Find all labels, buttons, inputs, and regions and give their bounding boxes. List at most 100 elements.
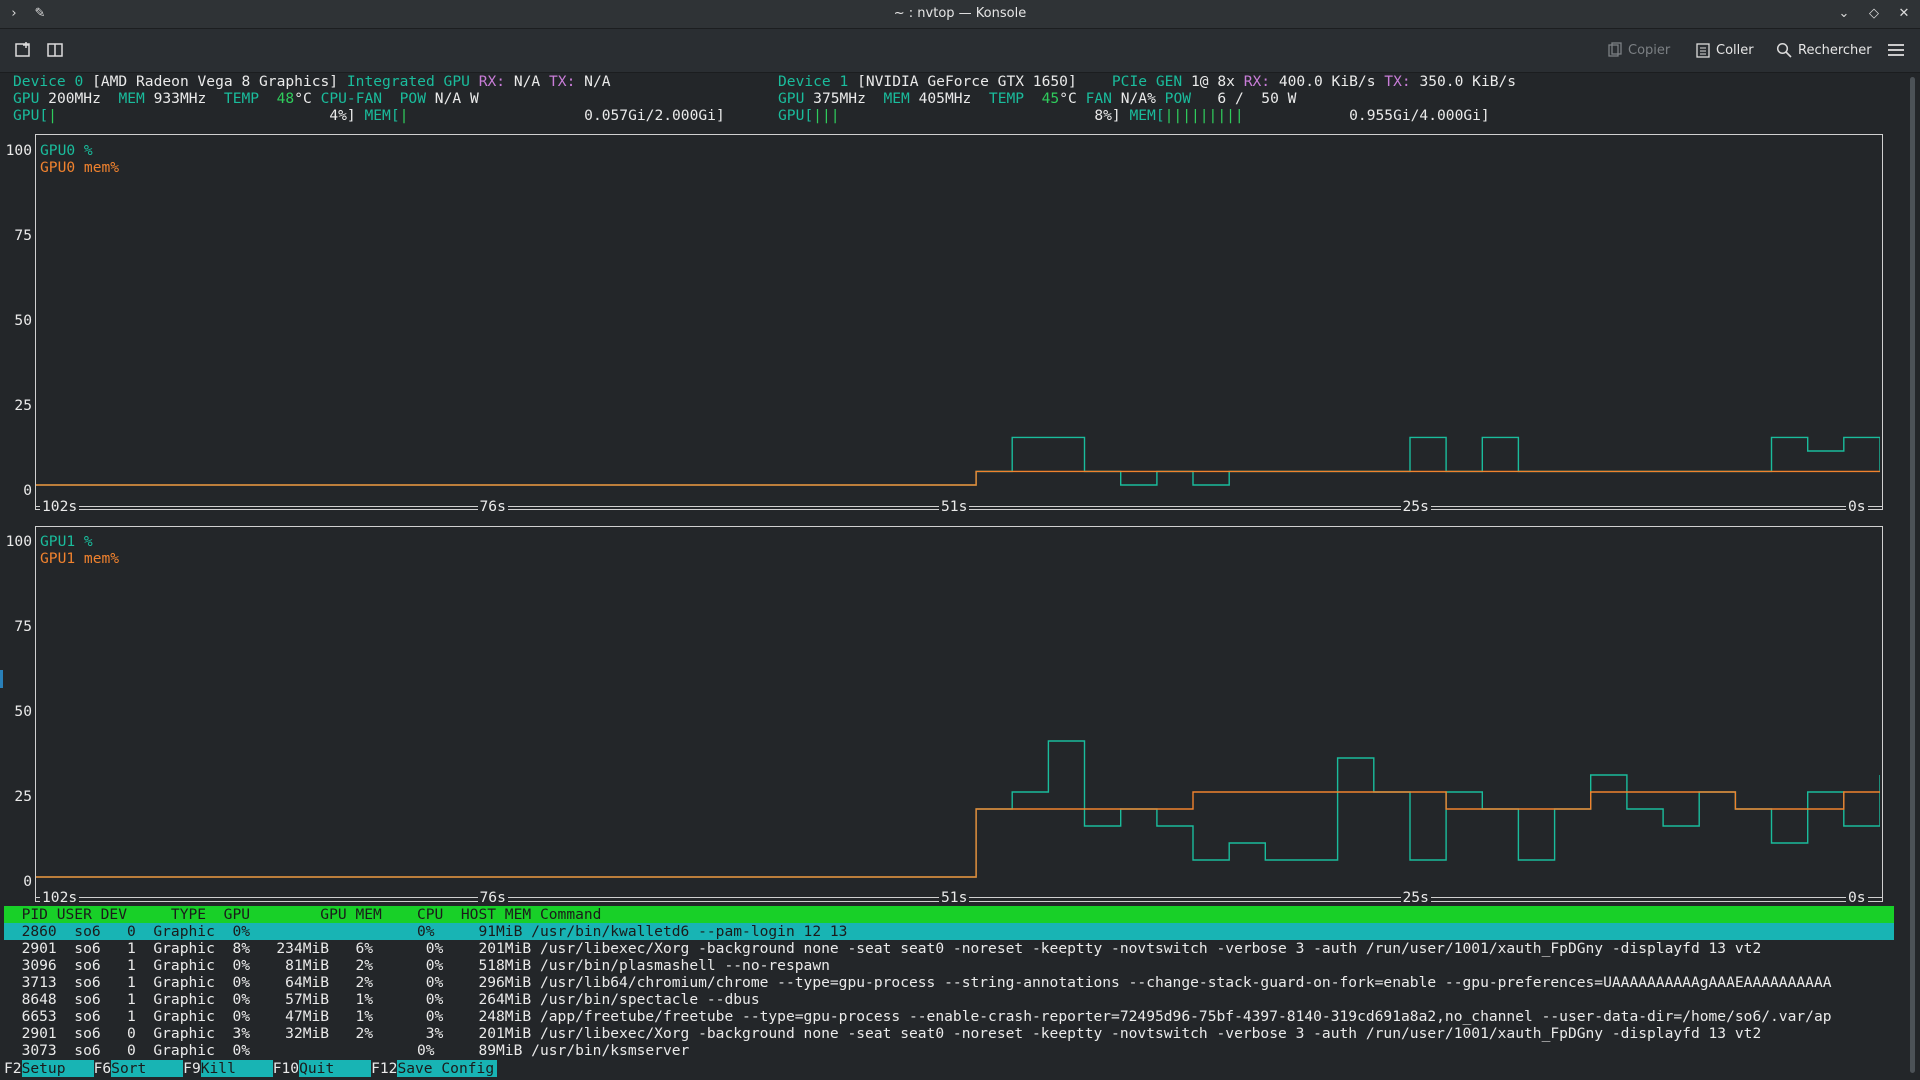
copy-label: Copier xyxy=(1628,42,1671,58)
process-row[interactable]: 2901 so6 1 Graphic 8% 234MiB 6% 0% 201Mi… xyxy=(4,940,1894,957)
device-text-segment: °C xyxy=(1059,90,1086,107)
device-text-segment: 6 / 50 W xyxy=(1217,90,1297,107)
device0-line3: GPU[| 4%] MEM[| 0.057Gi/2.000Gi] xyxy=(13,107,725,124)
series-line-gpu0- xyxy=(36,436,1880,486)
device-text-segment: FAN xyxy=(1085,90,1121,107)
device-text-segment: 375MHz xyxy=(813,90,884,107)
device-text-segment: 200MHz xyxy=(48,90,119,107)
device-text-segment: MEM xyxy=(883,90,919,107)
xaxis-tick-label: 76s xyxy=(477,889,508,906)
device-text-segment: ||| xyxy=(813,107,840,124)
device1-line3: GPU[||| 8%] MEM[||||||||| 0.955Gi/4.000G… xyxy=(778,107,1490,124)
gpu0-ytick-0: 0 xyxy=(23,482,32,499)
split-view-button[interactable] xyxy=(46,39,64,61)
scrollbar-thumb[interactable] xyxy=(1910,77,1915,1073)
close-icon[interactable]: ✕ xyxy=(1896,5,1912,21)
device-text-segment: CPU-FAN xyxy=(320,90,400,107)
device-text-segment: | xyxy=(48,107,57,124)
series-line-gpu1- xyxy=(36,740,1880,878)
device-text-segment: N/A% xyxy=(1120,90,1165,107)
device-text-segment: POW xyxy=(399,90,435,107)
device-text-segment: TEMP xyxy=(988,90,1042,107)
gpu1-ytick-25: 25 xyxy=(14,788,32,805)
device-text-segment: TX: xyxy=(549,73,585,90)
fkey-save-config[interactable]: Save Config xyxy=(397,1060,498,1077)
minimize-icon[interactable]: ⌄ xyxy=(1836,5,1852,21)
device-text-segment: MEM[ xyxy=(364,107,400,124)
device-text-segment: 405MHz xyxy=(918,90,989,107)
device-text-segment: MEM xyxy=(118,90,154,107)
xaxis-tick-label: 76s xyxy=(477,498,508,515)
window-title: ~ : nvtop — Konsole xyxy=(893,6,1027,21)
gpu0-ytick-100: 100 xyxy=(5,142,32,159)
device-text-segment: [NVIDIA GeForce GTX 1650] xyxy=(857,73,1112,90)
device1-line1: Device 1 [NVIDIA GeForce GTX 1650] PCIe … xyxy=(778,73,1516,90)
device-text-segment: 0.955Gi/4.000Gi] xyxy=(1243,107,1490,124)
fkey-f6-key: F6 xyxy=(93,1060,112,1077)
device0-line1: Device 0 [AMD Radeon Vega 8 Graphics] In… xyxy=(13,73,611,90)
xaxis-tick-label: 102s xyxy=(40,889,80,906)
paste-icon xyxy=(1696,43,1710,58)
xaxis-tick-label: 51s xyxy=(939,889,970,906)
device-text-segment: MEM[ xyxy=(1129,107,1165,124)
scroll-marker xyxy=(0,670,3,688)
process-table-header[interactable]: PID USER DEV TYPE GPU GPU MEM CPU HOST M… xyxy=(4,906,1894,923)
paste-label: Coller xyxy=(1716,42,1754,58)
xaxis-tick-label: 51s xyxy=(939,498,970,515)
window-titlebar: › ✎ ~ : nvtop — Konsole ⌄ ◇ ✕ xyxy=(0,0,1920,29)
process-row[interactable]: 3713 so6 1 Graphic 0% 64MiB 2% 0% 296MiB… xyxy=(4,974,1894,991)
device-text-segment: GPU xyxy=(778,90,814,107)
device-text-segment: 400.0 KiB/s xyxy=(1278,73,1385,90)
gpu0-xaxis: 102s 76s 51s 25s 0s xyxy=(36,498,1882,515)
terminal-scrollbar[interactable] xyxy=(1906,73,1920,1080)
hamburger-menu-button[interactable] xyxy=(1888,39,1904,61)
device-text-segment: N/A xyxy=(584,73,611,90)
device-text-segment: 1@ 8x xyxy=(1190,73,1244,90)
device-text-segment: 48 xyxy=(276,90,295,107)
process-row[interactable]: 2901 so6 0 Graphic 3% 32MiB 2% 3% 201MiB… xyxy=(4,1025,1894,1042)
process-row[interactable]: 2860 so6 0 Graphic 0% 0% 91MiB /usr/bin/… xyxy=(4,923,1894,940)
device-text-segment: 45 xyxy=(1041,90,1060,107)
xaxis-tick-label: 0s xyxy=(1846,889,1868,906)
process-row[interactable]: 3096 so6 1 Graphic 0% 81MiB 2% 0% 518MiB… xyxy=(4,957,1894,974)
fkey-f9-key: F9 xyxy=(183,1060,201,1077)
process-row[interactable]: 8648 so6 1 Graphic 0% 57MiB 1% 0% 264MiB… xyxy=(4,991,1894,1008)
fkey-kill[interactable]: Kill xyxy=(200,1060,273,1077)
process-row[interactable]: 3073 so6 0 Graphic 0% 0% 89MiB /usr/bin/… xyxy=(4,1042,1894,1059)
fkey-sort[interactable]: Sort xyxy=(111,1060,184,1077)
gpu1-ytick-50: 50 xyxy=(14,703,32,720)
new-tab-icon xyxy=(15,42,30,57)
fkey-quit[interactable]: Quit xyxy=(299,1060,372,1077)
device-text-segment: Device 0 xyxy=(13,73,93,90)
device-text-segment: GPU[ xyxy=(778,107,814,124)
device-text-segment: RX: xyxy=(1243,73,1279,90)
device-text-segment: [AMD Radeon Vega 8 Graphics] xyxy=(92,73,347,90)
process-row[interactable]: 6653 so6 1 Graphic 0% 47MiB 1% 0% 248MiB… xyxy=(4,1008,1894,1025)
device-text-segment: °C xyxy=(294,90,321,107)
device-text-segment: Integrated GPU xyxy=(346,73,479,90)
device-text-segment: TX: xyxy=(1384,73,1420,90)
device-text-segment: GPU[ xyxy=(13,107,49,124)
gpu1-ytick-0: 0 xyxy=(23,873,32,890)
paste-button[interactable]: Coller xyxy=(1696,39,1754,61)
xaxis-tick-label: 25s xyxy=(1400,498,1431,515)
new-tab-button[interactable] xyxy=(14,39,32,61)
maximize-icon[interactable]: ◇ xyxy=(1866,5,1882,21)
device-text-segment: PCIe GEN xyxy=(1111,73,1191,90)
device-text-segment: 350.0 KiB/s xyxy=(1419,73,1517,90)
fkey-setup[interactable]: Setup xyxy=(21,1060,94,1077)
device-text-segment: 0.057Gi/2.000Gi] xyxy=(408,107,725,124)
fkey-f10-key: F10 xyxy=(272,1060,300,1077)
device-text-segment: 933MHz xyxy=(153,90,224,107)
gpu0-ytick-75: 75 xyxy=(14,227,32,244)
function-key-bar: F2 Setup F6 Sort F9 Kill F10 Quit F12 Save Co… xyxy=(4,1060,498,1077)
gpu0-ytick-25: 25 xyxy=(14,397,32,414)
split-view-icon xyxy=(47,43,63,57)
copy-button[interactable]: Copier xyxy=(1608,39,1670,61)
search-button[interactable]: Rechercher xyxy=(1776,39,1872,61)
device-text-segment: ||||||||| xyxy=(1164,107,1244,124)
gpu1-ytick-100: 100 xyxy=(5,533,32,550)
series-line-gpu0-mem- xyxy=(36,470,1880,486)
gpu1-ytick-75: 75 xyxy=(14,618,32,635)
device-text-segment: Device 1 xyxy=(778,73,858,90)
